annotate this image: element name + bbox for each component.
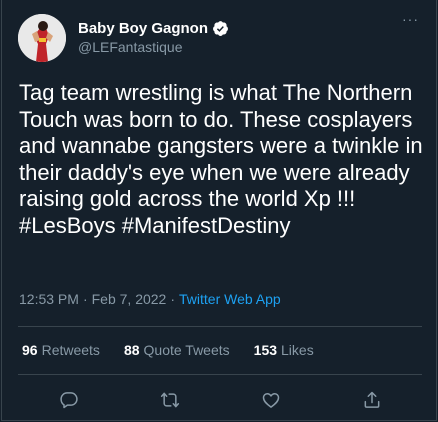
- reply-button[interactable]: [54, 385, 84, 415]
- author-name-row: Baby Boy Gagnon: [78, 20, 229, 37]
- likes-stat[interactable]: 153 Likes: [254, 342, 314, 358]
- avatar[interactable]: [18, 14, 66, 62]
- likes-label: Likes: [281, 342, 314, 358]
- heart-icon: [262, 393, 279, 408]
- retweet-button[interactable]: [155, 385, 185, 415]
- more-options-button[interactable]: ···: [402, 11, 419, 27]
- like-button[interactable]: [256, 385, 286, 415]
- reply-icon: [59, 392, 78, 409]
- tweet-source-link[interactable]: Twitter Web App: [179, 291, 281, 307]
- quote-tweets-stat[interactable]: 88 Quote Tweets: [124, 342, 230, 358]
- divider: [18, 374, 422, 375]
- quote-tweets-label: Quote Tweets: [143, 342, 230, 358]
- share-icon: [364, 391, 379, 408]
- avatar-image: [18, 14, 66, 62]
- likes-count: 153: [253, 342, 278, 358]
- retweets-stat[interactable]: 96 Retweets: [22, 342, 100, 358]
- retweets-count: 96: [22, 342, 38, 358]
- quote-tweets-count: 88: [123, 342, 140, 358]
- author-display-name[interactable]: Baby Boy Gagnon: [78, 20, 208, 37]
- tweet-meta: 12:53 PM · Feb 7, 2022 · Twitter Web App: [19, 291, 281, 307]
- meta-separator: ·: [82, 291, 88, 307]
- action-bar: [18, 385, 422, 415]
- retweet-icon: [160, 392, 179, 408]
- meta-separator: ·: [170, 291, 176, 307]
- author-handle[interactable]: @LEFantastique: [78, 39, 183, 55]
- engagement-stats: 96 Retweets 88 Quote Tweets 153 Likes: [22, 342, 338, 358]
- tweet-text: Tag team wrestling is what The Northern …: [19, 80, 423, 238]
- retweets-label: Retweets: [41, 342, 100, 358]
- verified-badge-icon: [213, 21, 228, 36]
- divider: [18, 326, 422, 327]
- tweet-card: Baby Boy Gagnon @LEFantastique ··· Tag t…: [1, 0, 437, 421]
- tweet-time[interactable]: 12:53 PM: [19, 291, 79, 307]
- share-button[interactable]: [357, 385, 387, 415]
- tweet-date[interactable]: Feb 7, 2022: [92, 291, 167, 307]
